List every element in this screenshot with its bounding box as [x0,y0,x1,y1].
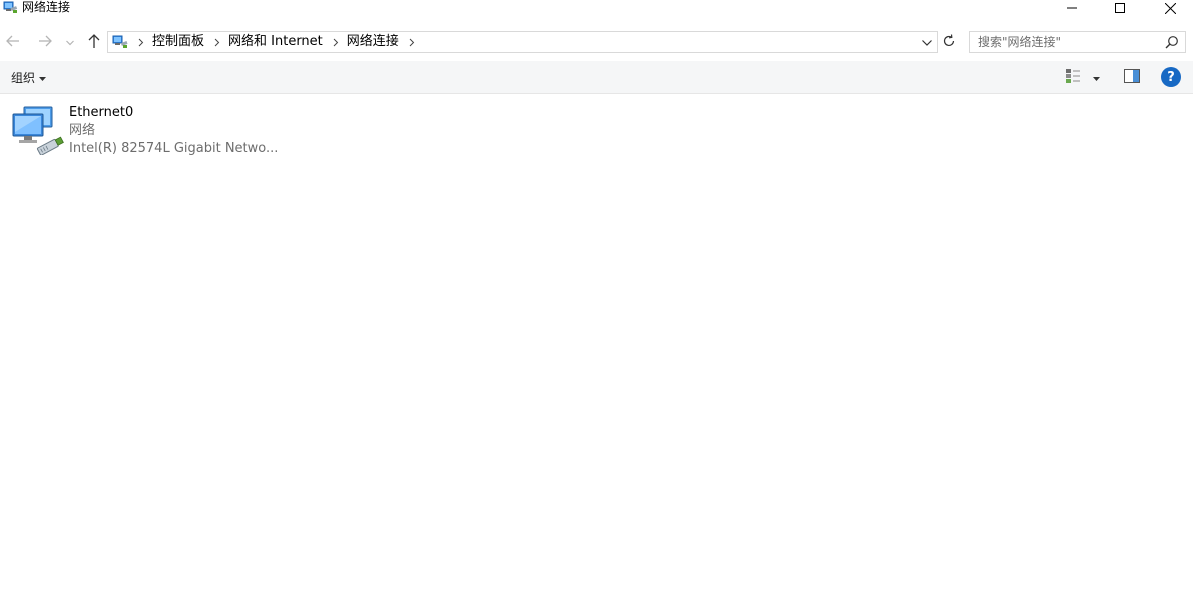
window-title: 网络连接 [22,0,71,14]
navigation-bar: 控制面板 网络和 Internet 网络连接 [0,30,1193,54]
search-box[interactable] [969,31,1186,53]
minimize-icon [1067,3,1077,13]
chevron-down-icon [922,35,932,49]
caret-down-icon [1092,70,1100,84]
close-button[interactable] [1147,0,1193,16]
explorer-window: 网络连接 控制面板 网络和 Internet 网络连接 搜索"网络连接" 组织 … [0,0,1193,598]
up-button[interactable] [84,32,104,52]
breadcrumb-control-panel[interactable]: 控制面板 [150,32,208,52]
organize-button[interactable]: 组织 [11,69,47,85]
network-connections-icon [112,35,128,49]
refresh-icon [942,33,956,51]
view-dropdown-button[interactable] [1091,72,1101,82]
connection-status: 网络 [69,123,96,138]
help-icon: ? [1167,69,1175,85]
back-button[interactable] [3,32,23,52]
network-connections-icon [3,1,18,14]
minimize-button[interactable] [1049,0,1095,16]
connection-device: Intel(R) 82574L Gigabit Netwo... [69,141,279,156]
breadcrumb: 控制面板 网络和 Internet 网络连接 [132,32,421,52]
address-bar[interactable]: 控制面板 网络和 Internet 网络连接 [107,31,938,53]
search-icon[interactable] [1165,35,1179,49]
search-input[interactable] [970,32,1160,52]
connections-list: Ethernet0 网络 Intel(R) 82574L Gigabit Net… [0,95,1193,598]
breadcrumb-network-internet[interactable]: 网络和 Internet [226,32,327,52]
chevron-down-icon [66,35,74,49]
chevron-right-icon[interactable] [132,32,150,52]
organize-label: 组织 [11,70,36,85]
connection-name: Ethernet0 [69,105,134,120]
breadcrumb-network-connections[interactable]: 网络连接 [345,32,403,52]
forward-arrow-icon [38,35,52,50]
back-arrow-icon [6,35,20,50]
change-view-button[interactable] [1064,68,1082,86]
ethernet-adapter-icon [10,105,64,156]
refresh-button[interactable] [939,32,959,52]
chevron-right-icon[interactable] [403,32,421,52]
maximize-button[interactable] [1097,0,1143,16]
up-arrow-icon [88,33,100,51]
view-options-icon [1065,68,1081,87]
maximize-icon [1115,3,1125,13]
recent-locations-button[interactable] [62,32,78,52]
preview-pane-button[interactable] [1123,68,1141,86]
close-icon [1164,2,1176,14]
list-item[interactable]: Ethernet0 网络 Intel(R) 82574L Gigabit Net… [8,103,278,159]
command-bar: 组织 [0,61,1193,94]
caret-down-icon [39,70,47,84]
title-bar: 网络连接 [0,0,1193,16]
chevron-right-icon[interactable] [327,32,345,52]
help-button[interactable]: ? [1161,67,1181,87]
address-history-button[interactable] [918,33,936,51]
chevron-right-icon[interactable] [208,32,226,52]
preview-pane-icon [1124,68,1140,86]
forward-button[interactable] [35,32,55,52]
